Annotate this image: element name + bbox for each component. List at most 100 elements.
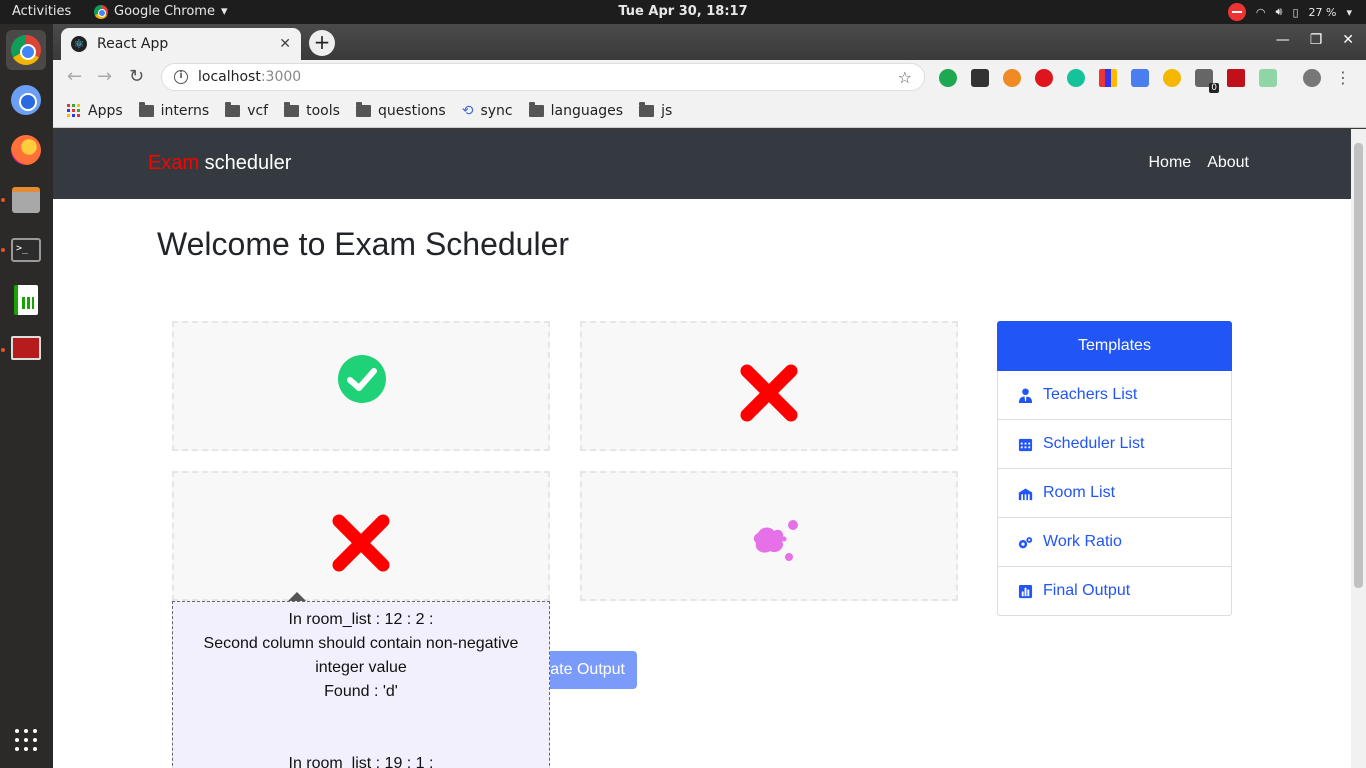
close-icon[interactable]: ✕ [1342,32,1354,48]
restore-icon[interactable]: ❐ [1310,32,1323,48]
calendar-icon [1018,438,1033,451]
system-tray[interactable]: ◠ 🔊︎ ▯ 27 % ▾ [1227,3,1352,21]
do-not-disturb-icon[interactable] [1227,3,1246,21]
template-label: Room List [1043,484,1116,501]
back-icon[interactable]: ← [67,66,82,87]
cogs-icon [1018,536,1033,548]
show-applications[interactable] [6,720,46,760]
bookmark-label: Apps [88,102,123,119]
bookmark-folder-tools[interactable]: tools [284,101,340,119]
files-icon [12,187,40,213]
dock-firefox[interactable] [6,130,46,170]
template-final-output[interactable]: Final Output [997,567,1232,616]
extension-badge: 0 [1209,82,1219,93]
folder-icon [639,101,655,117]
running-indicator [1,348,5,352]
extension-icon[interactable] [1163,68,1181,87]
extension-icon[interactable] [1259,68,1277,87]
clock[interactable]: Tue Apr 30, 18:17 [0,4,1366,19]
template-room-list[interactable]: Room List [997,469,1232,518]
bookmark-label: tools [306,102,340,119]
file-dropzone-1[interactable] [172,321,550,451]
cross-icon [332,514,390,572]
forward-icon[interactable]: → [97,66,112,87]
terminal-icon: >_ [11,238,41,262]
extension-icon[interactable] [1003,68,1021,87]
chevron-down-icon: ▾ [1346,5,1352,19]
bookmark-star-icon[interactable]: ☆ [898,68,912,87]
bookmark-label: languages [550,102,624,119]
file-dropzone-2[interactable] [580,321,958,451]
bookmark-sync[interactable]: ⟲ sync [462,103,513,119]
scrollbar-thumb[interactable] [1354,143,1363,588]
volume-icon: 🔊︎ [1275,5,1283,18]
grammarly-icon[interactable] [1067,68,1085,87]
file-dropzone-4[interactable] [580,471,958,601]
new-tab-button[interactable]: + [309,30,335,56]
extension-icon[interactable]: 0 [1195,68,1219,93]
info-icon[interactable]: i [174,70,188,84]
system-top-bar: Activities Google Chrome ▾ Tue Apr 30, 1… [0,0,1366,24]
url-port: :3000 [260,69,302,85]
spreadsheet-icon [14,285,38,315]
url-host: localhost [198,69,261,85]
check-circle-icon [338,355,386,403]
extension-icon[interactable] [1227,68,1245,87]
address-bar[interactable]: i localhost:3000 ☆ [161,63,925,91]
sync-icon: ⟲ [461,102,474,119]
error-tooltip: In room_list : 12 : 2 : Second column sh… [172,601,550,768]
profile-avatar[interactable] [1303,68,1321,87]
browser-toolbar: ← → ↻ i localhost:3000 ☆ 0 ⋮ [53,60,1366,94]
battery-percent: 27 % [1308,5,1337,19]
bookmark-label: interns [160,102,210,119]
page-scrollbar[interactable] [1351,129,1366,768]
folder-icon [225,101,241,117]
template-teachers-list[interactable]: Teachers List [997,371,1232,420]
template-label: Work Ratio [1043,533,1122,550]
bookmark-folder-languages[interactable]: languages [528,101,624,119]
extension-icon[interactable] [971,68,989,87]
brand-highlight: Exam [148,152,200,174]
minimize-icon[interactable]: — [1276,32,1290,48]
brand-logo[interactable]: Exam scheduler [148,152,291,175]
dock-chromium[interactable] [6,80,46,120]
dock-chrome[interactable] [6,30,46,70]
extension-icon[interactable] [1035,68,1053,87]
apps-icon [67,103,81,118]
close-tab-icon[interactable]: ✕ [279,36,291,52]
chrome-icon [11,35,41,65]
tooltip-arrow [288,592,306,601]
tooltip-line: Found : 'd' [324,683,398,700]
translate-icon[interactable] [1131,68,1149,87]
app-navbar: Exam scheduler Home About [53,129,1351,199]
chart-bar-icon [1018,584,1033,598]
battery-icon: ▯ [1292,5,1299,19]
file-dropzone-3[interactable] [172,471,550,601]
template-scheduler-list[interactable]: Scheduler List [997,420,1232,469]
browser-tab[interactable]: ⚛ React App ✕ [61,28,301,60]
dock-terminal[interactable]: >_ [6,230,46,270]
bookmark-label: questions [377,102,446,119]
dock-files[interactable] [6,180,46,220]
bookmark-label: vcf [247,102,269,119]
extensions: 0 ⋮ [939,68,1351,93]
nav-about-link[interactable]: About [1207,154,1249,172]
bookmark-folder-questions[interactable]: questions [355,101,446,119]
folder-icon [355,101,371,117]
reload-icon[interactable]: ↻ [129,66,144,87]
dock-app[interactable] [6,328,46,368]
bookmark-folder-js[interactable]: js [639,101,672,119]
running-indicator [1,198,5,202]
extension-icon[interactable] [1099,68,1117,87]
user-tie-icon [1018,387,1033,403]
extension-icon[interactable] [939,68,957,87]
dock-calc[interactable] [6,280,46,320]
bookmark-label: sync [480,102,513,119]
nav-home-link[interactable]: Home [1149,154,1192,172]
bookmark-folder-interns[interactable]: interns [138,101,210,119]
bookmark-apps[interactable]: Apps [67,103,123,119]
tooltip-line: Second column should contain non-negativ… [203,635,519,652]
template-work-ratio[interactable]: Work Ratio [997,518,1232,567]
menu-icon[interactable]: ⋮ [1335,68,1351,87]
bookmark-folder-vcf[interactable]: vcf [225,101,269,119]
